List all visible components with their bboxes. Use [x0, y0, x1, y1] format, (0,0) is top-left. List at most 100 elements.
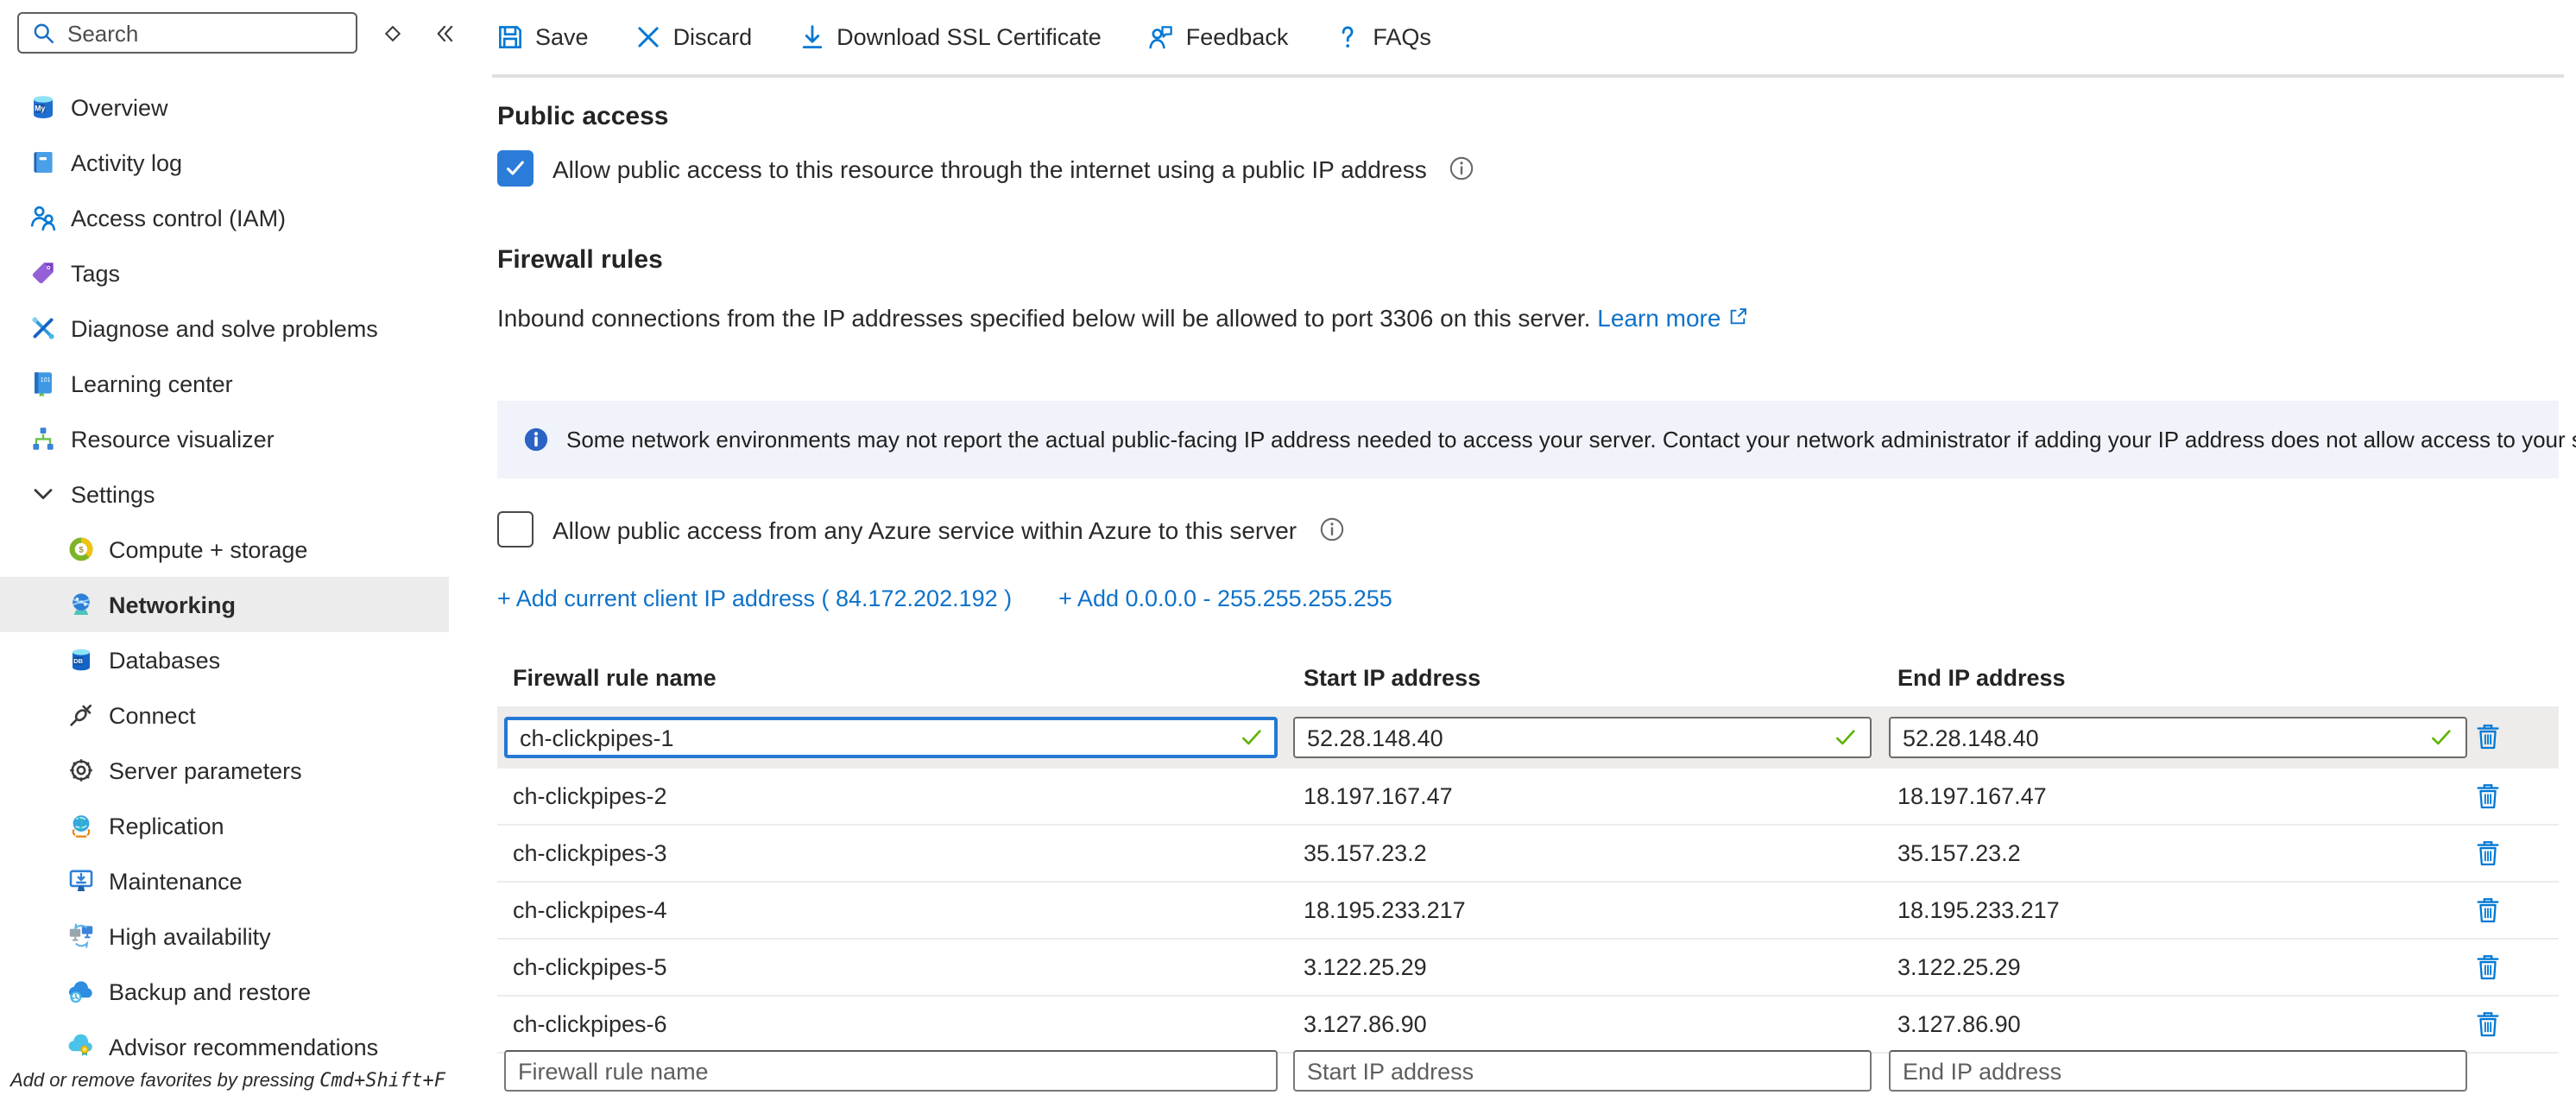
rule-name: ch-clickpipes-5: [513, 954, 667, 980]
sidebar-item-label: Maintenance: [109, 868, 243, 894]
toolbar-button-label: Feedback: [1186, 24, 1289, 50]
sidebar-item-server-parameters[interactable]: Server parameters: [0, 743, 449, 798]
delete-rule-icon[interactable]: [2476, 782, 2500, 811]
sidebar-item-label: Server parameters: [109, 757, 302, 783]
sidebar-item-label: Databases: [109, 647, 220, 673]
delete-rule-icon[interactable]: [2476, 896, 2500, 925]
toolbar: Save Discard Download SSL Certificate Feedb…: [497, 0, 2564, 74]
firewall-edit-row: [497, 706, 2559, 769]
firewall-rule-row: ch-clickpipes-218.197.167.4718.197.167.4…: [497, 769, 2559, 826]
sidebar-item-access-control-iam[interactable]: Access control (IAM): [0, 190, 449, 245]
delete-rule-icon[interactable]: [2476, 953, 2500, 982]
rule-end-ip: 18.195.233.217: [1897, 897, 2060, 923]
public-access-checkbox[interactable]: [497, 150, 534, 187]
toolbar-button-label: Save: [535, 24, 589, 50]
rule-end-ip: 35.157.23.2: [1897, 840, 2021, 866]
add-all-ips-link[interactable]: + Add 0.0.0.0 - 255.255.255.255: [1058, 585, 1392, 611]
external-link-icon: [1726, 306, 1748, 328]
checkmark-icon: [504, 157, 527, 180]
svg-text:My: My: [35, 104, 45, 112]
new-end-ip-input[interactable]: [1889, 1050, 2467, 1092]
sidebar-item-label: Settings: [71, 481, 155, 507]
faqs-button[interactable]: FAQs: [1335, 24, 1431, 50]
rule-end-ip: 3.127.86.90: [1897, 1011, 2021, 1037]
sidebar-item-settings[interactable]: Settings: [0, 466, 449, 522]
info-icon[interactable]: [1449, 155, 1475, 181]
start-ip-input[interactable]: [1293, 717, 1872, 758]
firewall-rule-row: ch-clickpipes-53.122.25.293.122.25.29: [497, 940, 2559, 997]
download-ssl-certificate-button[interactable]: Download SSL Certificate: [799, 24, 1102, 50]
learn-more-link[interactable]: Learn more: [1597, 304, 1720, 332]
search-box[interactable]: [17, 12, 357, 54]
rule-name: ch-clickpipes-4: [513, 897, 667, 923]
sidebar-item-databases[interactable]: DB Databases: [0, 632, 449, 687]
delete-rule-icon[interactable]: [2476, 839, 2500, 868]
svg-text:DB: DB: [73, 657, 83, 665]
discard-button[interactable]: Discard: [635, 24, 753, 50]
feedback-button[interactable]: Feedback: [1148, 24, 1289, 50]
databases-icon: DB: [67, 646, 95, 674]
toolbar-button-label: FAQs: [1373, 24, 1431, 50]
valid-icon: [1240, 725, 1264, 750]
toolbar-divider: [492, 74, 2564, 78]
gear-icon: [67, 756, 95, 784]
sidebar-item-label: Access control (IAM): [71, 205, 286, 231]
sidebar: My Overview Activity log Access control (IA…: [0, 0, 449, 1095]
access-control-icon: [29, 204, 57, 231]
info-icon[interactable]: [1319, 516, 1345, 542]
new-start-ip-input[interactable]: [1293, 1050, 1872, 1092]
sidebar-item-resource-visualizer[interactable]: Resource visualizer: [0, 411, 449, 466]
sidebar-item-label: Tags: [71, 260, 120, 286]
connect-plug-icon: [67, 701, 95, 729]
manage-view-button[interactable]: [375, 14, 409, 52]
learning-center-icon: 101: [29, 370, 57, 397]
diamond-icon: [381, 22, 403, 44]
rule-name: ch-clickpipes-3: [513, 840, 667, 866]
rule-start-ip: 3.127.86.90: [1304, 1011, 1427, 1037]
sidebar-item-high-availability[interactable]: High availability: [0, 908, 449, 964]
favorites-shortcut: Cmd+Shift+F: [319, 1069, 445, 1092]
delete-rule-icon[interactable]: [2476, 722, 2500, 751]
sidebar-item-networking[interactable]: Networking: [0, 577, 449, 632]
rule-end-ip: 18.197.167.47: [1897, 783, 2047, 809]
rule-name-input[interactable]: [504, 717, 1278, 758]
column-header-rule-name: Firewall rule name: [513, 665, 717, 691]
rule-start-ip: 35.157.23.2: [1304, 840, 1427, 866]
sidebar-item-compute-storage[interactable]: $ Compute + storage: [0, 522, 449, 577]
sidebar-item-replication[interactable]: Replication: [0, 798, 449, 853]
save-button[interactable]: Save: [497, 24, 589, 50]
svg-text:$: $: [79, 546, 84, 555]
end-ip-input[interactable]: [1889, 717, 2467, 758]
firewall-description: Inbound connections from the IP addresse…: [497, 304, 1748, 332]
column-header-end-ip: End IP address: [1897, 665, 2066, 691]
add-current-ip-link[interactable]: + Add current client IP address ( 84.172…: [497, 585, 1012, 611]
info-banner-text: Some network environments may not report…: [566, 427, 2576, 453]
diagnose-icon: [29, 314, 57, 342]
networking-globe-icon: [67, 591, 95, 618]
sidebar-item-diagnose-and-solve-problems[interactable]: Diagnose and solve problems: [0, 301, 449, 356]
svg-text:101: 101: [41, 376, 51, 383]
firewall-new-row: [497, 1050, 2559, 1095]
sidebar-item-maintenance[interactable]: Maintenance: [0, 853, 449, 908]
new-rule-name-input[interactable]: [504, 1050, 1278, 1092]
valid-icon: [2429, 725, 2453, 750]
sidebar-item-label: Overview: [71, 94, 168, 120]
search-input[interactable]: [64, 18, 356, 47]
firewall-description-text: Inbound connections from the IP addresse…: [497, 304, 1590, 332]
azure-services-checkbox[interactable]: [497, 511, 534, 548]
sidebar-item-advisor-recommendations[interactable]: Advisor recommendations: [0, 1019, 449, 1074]
sidebar-item-backup-and-restore[interactable]: Backup and restore: [0, 964, 449, 1019]
banner-info-icon: [523, 427, 549, 453]
sidebar-item-label: Activity log: [71, 149, 182, 175]
sidebar-item-overview[interactable]: My Overview: [0, 79, 449, 135]
discard-icon: [635, 24, 661, 50]
sidebar-item-connect[interactable]: Connect: [0, 687, 449, 743]
sidebar-item-tags[interactable]: Tags: [0, 245, 449, 301]
delete-rule-icon[interactable]: [2476, 1010, 2500, 1039]
sidebar-item-label: Compute + storage: [109, 536, 307, 562]
firewall-table-header: Firewall rule name Start IP address End …: [497, 665, 2559, 694]
public-access-checkbox-label: Allow public access to this resource thr…: [552, 155, 1427, 182]
sidebar-item-activity-log[interactable]: Activity log: [0, 135, 449, 190]
sidebar-item-learning-center[interactable]: 101Learning center: [0, 356, 449, 411]
save-icon: [497, 24, 523, 50]
